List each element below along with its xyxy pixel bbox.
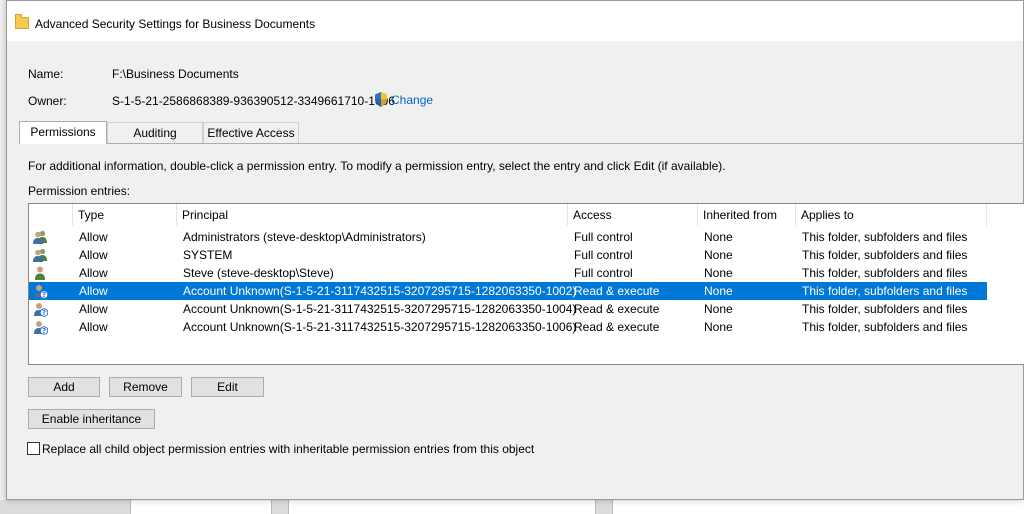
permission-entries-label: Permission entries: <box>28 184 131 198</box>
window-title: Advanced Security Settings for Business … <box>35 17 316 31</box>
name-value: F:\Business Documents <box>112 67 239 81</box>
cell-type: Allow <box>79 248 108 262</box>
cell-access: Read & execute <box>574 302 660 316</box>
replace-child-permissions-checkbox[interactable] <box>27 442 40 455</box>
cell-principal: Account Unknown(S-1-5-21-3117432515-3207… <box>183 284 577 298</box>
tab-panel-border <box>19 143 1024 144</box>
cell-inherited: None <box>704 302 733 316</box>
cell-applies: This folder, subfolders and files <box>802 302 968 316</box>
cell-inherited: None <box>704 248 733 262</box>
owner-value: S-1-5-21-2586868389-936390512-3349661710… <box>112 94 395 108</box>
unknown-user-icon: ? <box>32 283 49 299</box>
group-users-icon <box>32 229 48 245</box>
table-row[interactable]: ? Allow Account Unknown(S-1-5-21-311743251… <box>29 300 987 318</box>
tab-auditing[interactable]: Auditing <box>107 122 203 143</box>
cell-inherited: None <box>704 266 733 280</box>
change-owner-link[interactable]: Change <box>391 93 433 107</box>
column-header-access[interactable]: Access <box>568 204 698 226</box>
svg-text:?: ? <box>42 291 46 299</box>
background-panel <box>130 500 272 514</box>
unknown-user-icon: ? <box>32 319 49 335</box>
column-header-icon[interactable] <box>29 204 73 226</box>
column-header-principal[interactable]: Principal <box>177 204 568 226</box>
cell-principal: Account Unknown(S-1-5-21-3117432515-3207… <box>183 302 577 316</box>
table-row[interactable]: Allow Administrators (steve-desktop\Admin… <box>29 228 987 246</box>
tab-effective-access[interactable]: Effective Access <box>203 122 299 143</box>
cell-inherited: None <box>704 230 733 244</box>
cell-type: Allow <box>79 230 108 244</box>
table-row[interactable]: ? Allow Account Unknown(S-1-5-21-311743251… <box>29 282 987 300</box>
title-bar[interactable]: Advanced Security Settings for Business … <box>7 1 1023 41</box>
table-row[interactable]: Allow SYSTEM Full control None This folder, … <box>29 246 987 264</box>
group-users-icon <box>32 247 48 263</box>
table-header: Type Principal Access Inherited from App… <box>29 204 1024 226</box>
background-panel <box>612 500 1024 514</box>
cell-principal: Administrators (steve-desktop\Administra… <box>183 230 426 244</box>
table-row[interactable]: ? Allow Account Unknown(S-1-5-21-311743251… <box>29 318 987 336</box>
column-header-inherited-from[interactable]: Inherited from <box>698 204 796 226</box>
name-label: Name: <box>28 67 64 81</box>
permission-entries-table[interactable]: Type Principal Access Inherited from App… <box>28 203 1024 365</box>
cell-applies: This folder, subfolders and files <box>802 320 968 334</box>
add-button[interactable]: Add <box>28 377 100 397</box>
cell-applies: This folder, subfolders and files <box>802 230 968 244</box>
cell-type: Allow <box>79 266 108 280</box>
cell-type: Allow <box>79 284 108 298</box>
remove-button[interactable]: Remove <box>109 377 182 397</box>
folder-icon <box>15 14 29 29</box>
background-panel <box>288 500 596 514</box>
advanced-security-settings-dialog: Advanced Security Settings for Business … <box>6 0 1024 500</box>
instructions-text: For additional information, double-click… <box>28 159 726 173</box>
svg-text:?: ? <box>42 327 46 335</box>
uac-shield-icon <box>375 92 387 107</box>
cell-applies: This folder, subfolders and files <box>802 284 968 298</box>
cell-principal: Steve (steve-desktop\Steve) <box>183 266 334 280</box>
column-header-type[interactable]: Type <box>73 204 177 226</box>
owner-label: Owner: <box>28 94 67 108</box>
cell-access: Read & execute <box>574 320 660 334</box>
cell-access: Full control <box>574 266 633 280</box>
cell-applies: This folder, subfolders and files <box>802 248 968 262</box>
tab-permissions[interactable]: Permissions <box>19 121 107 144</box>
enable-inheritance-button[interactable]: Enable inheritance <box>28 409 155 429</box>
replace-child-permissions-label[interactable]: Replace all child object permission entr… <box>42 442 534 456</box>
cell-access: Full control <box>574 230 633 244</box>
cell-inherited: None <box>704 284 733 298</box>
svg-text:?: ? <box>42 309 46 317</box>
table-row[interactable]: Allow Steve (steve-desktop\Steve) Full con… <box>29 264 987 282</box>
cell-inherited: None <box>704 320 733 334</box>
column-header-applies-to[interactable]: Applies to <box>796 204 987 226</box>
user-icon <box>32 265 48 281</box>
cell-principal: Account Unknown(S-1-5-21-3117432515-3207… <box>183 320 577 334</box>
cell-type: Allow <box>79 302 108 316</box>
unknown-user-icon: ? <box>32 301 49 317</box>
cell-access: Full control <box>574 248 633 262</box>
cell-access: Read & execute <box>574 284 660 298</box>
cell-type: Allow <box>79 320 108 334</box>
cell-applies: This folder, subfolders and files <box>802 266 968 280</box>
edit-button[interactable]: Edit <box>191 377 264 397</box>
cell-principal: SYSTEM <box>183 248 233 262</box>
